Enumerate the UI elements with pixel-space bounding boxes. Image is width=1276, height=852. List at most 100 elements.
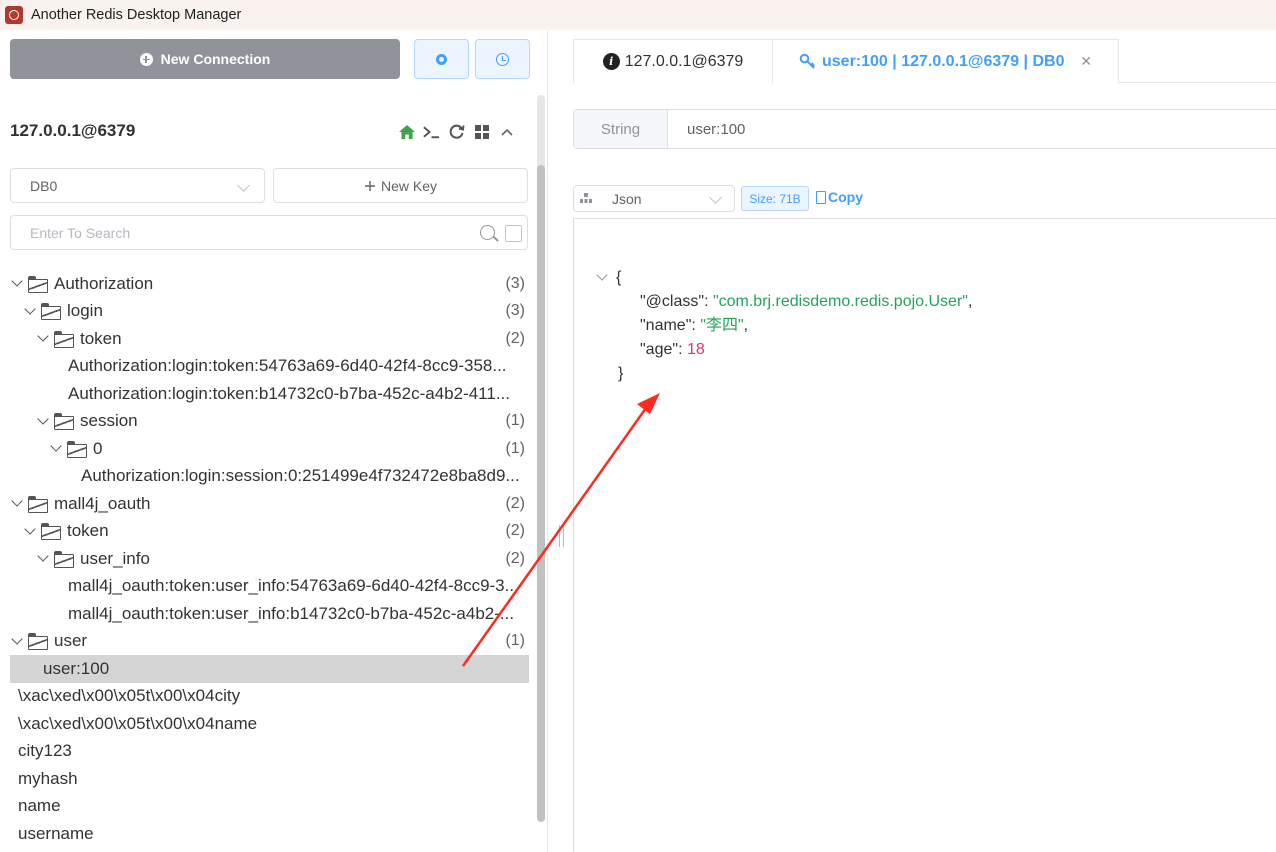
search-input[interactable]: Enter To Search xyxy=(10,215,528,250)
key-tree: Authorization (3) login (3) token (2) Au… xyxy=(10,270,529,848)
copy-label: Copy xyxy=(828,189,863,205)
terminal-icon[interactable] xyxy=(422,122,441,141)
folder-open-icon xyxy=(54,550,74,568)
tree-key-label: user:100 xyxy=(43,658,110,678)
tree-folder-token[interactable]: token (2) xyxy=(10,325,529,353)
tree-folder-label: mall4j_oauth xyxy=(54,493,151,513)
tree-key-item[interactable]: Authorization:login:session:0:251499e4f7… xyxy=(10,463,529,491)
plus-icon xyxy=(364,180,375,191)
tree-folder-label: user_info xyxy=(80,548,150,568)
tree-folder-count: (2) xyxy=(505,522,525,540)
format-select-value: Json xyxy=(612,190,642,207)
search-icon[interactable] xyxy=(480,225,495,240)
title-bar: Another Redis Desktop Manager xyxy=(0,0,1276,30)
folder-open-icon xyxy=(54,330,74,348)
tree-folder-label: token xyxy=(67,521,109,541)
history-button[interactable] xyxy=(475,39,530,79)
home-icon[interactable] xyxy=(397,122,416,141)
panel-divider xyxy=(547,30,548,852)
tree-folder-count: (2) xyxy=(505,549,525,567)
tree-folder-label: Authorization xyxy=(54,273,154,293)
app-logo-icon xyxy=(5,6,23,24)
tree-key-item[interactable]: \xac\xed\x00\x05t\x00\x04name xyxy=(10,710,529,738)
document-icon xyxy=(816,190,826,204)
db-select[interactable]: DB0 xyxy=(10,168,265,203)
json-open-brace: { xyxy=(616,269,622,286)
tree-folder-label: user xyxy=(54,631,88,651)
tree-folder-login[interactable]: login (3) xyxy=(10,298,529,326)
tree-key-label: Authorization:login:token:54763a69-6d40-… xyxy=(68,356,507,376)
chevron-down-icon[interactable] xyxy=(50,440,62,452)
tree-folder-count: (3) xyxy=(505,302,525,320)
tree-key-item[interactable]: username xyxy=(10,820,529,848)
tab-key-user-100[interactable]: user:100 | 127.0.0.1@6379 | DB0 ✕ xyxy=(773,39,1119,84)
tree-folder-label: login xyxy=(67,301,103,321)
chevron-down-icon[interactable] xyxy=(596,269,608,281)
settings-button[interactable] xyxy=(414,39,469,79)
tree-folder-session[interactable]: session (1) xyxy=(10,408,529,436)
folder-open-icon xyxy=(28,633,48,651)
tab-connection-status[interactable]: i 127.0.0.1@6379 xyxy=(573,39,773,83)
tree-key-item[interactable]: \xac\xed\x00\x05t\x00\x04city xyxy=(10,683,529,711)
tree-key-item[interactable]: myhash xyxy=(10,765,529,793)
tree-folder-authorization[interactable]: Authorization (3) xyxy=(10,270,529,298)
chevron-down-icon[interactable] xyxy=(24,523,36,535)
format-tree-icon xyxy=(580,193,592,204)
tree-key-label: mall4j_oauth:token:user_info:b14732c0-b7… xyxy=(68,603,515,623)
refresh-icon[interactable] xyxy=(447,122,466,141)
grid-icon[interactable] xyxy=(472,122,491,141)
window-title: Another Redis Desktop Manager xyxy=(31,7,242,23)
key-name-input[interactable]: user:100 xyxy=(687,110,745,148)
tree-scrollbar-thumb[interactable] xyxy=(537,165,545,822)
json-key: "@class" xyxy=(640,293,705,310)
tree-folder-user-info[interactable]: user_info (2) xyxy=(10,545,529,573)
tree-folder-count: (1) xyxy=(505,632,525,650)
tree-key-item[interactable]: Authorization:login:token:b14732c0-b7ba-… xyxy=(10,380,529,408)
tree-folder-token[interactable]: token (2) xyxy=(10,518,529,546)
folder-open-icon xyxy=(28,495,48,513)
chevron-down-icon[interactable] xyxy=(11,495,23,507)
chevron-down-icon[interactable] xyxy=(37,550,49,562)
chevron-down-icon[interactable] xyxy=(37,413,49,425)
tree-key-label: \xac\xed\x00\x05t\x00\x04city xyxy=(18,686,241,706)
connection-name[interactable]: 127.0.0.1@6379 xyxy=(10,121,135,141)
copy-button[interactable]: Copy xyxy=(816,189,863,205)
chevron-down-icon[interactable] xyxy=(11,633,23,645)
tree-key-label: city123 xyxy=(18,741,72,761)
json-key: "name" xyxy=(640,317,692,334)
tree-key-item[interactable]: mall4j_oauth:token:user_info:b14732c0-b7… xyxy=(10,600,529,628)
folder-open-icon xyxy=(41,523,61,541)
info-icon: i xyxy=(602,53,620,70)
tree-folder-mall4j-oauth[interactable]: mall4j_oauth (2) xyxy=(10,490,529,518)
new-key-button[interactable]: New Key xyxy=(273,168,528,203)
json-viewer[interactable]: { "@class": "com.brj.redisdemo.redis.poj… xyxy=(573,218,1276,852)
format-select[interactable]: Json xyxy=(573,185,735,212)
search-placeholder: Enter To Search xyxy=(30,224,131,241)
chevron-down-icon[interactable] xyxy=(37,330,49,342)
tree-key-item[interactable]: city123 xyxy=(10,738,529,766)
tree-key-item-selected[interactable]: user:100 xyxy=(10,655,529,683)
key-type-label: String xyxy=(574,110,668,148)
exact-search-checkbox[interactable] xyxy=(505,225,522,242)
tree-folder-user[interactable]: user (1) xyxy=(10,628,529,656)
folder-open-icon xyxy=(28,275,48,293)
tree-folder-0[interactable]: 0 (1) xyxy=(10,435,529,463)
chevron-up-icon[interactable] xyxy=(497,122,516,141)
tree-folder-count: (1) xyxy=(505,439,525,457)
json-close-brace: } xyxy=(618,365,624,382)
clock-icon xyxy=(496,52,509,66)
resize-handle[interactable] xyxy=(559,525,564,547)
chevron-down-icon[interactable] xyxy=(11,275,23,287)
key-name-row: String user:100 xyxy=(573,109,1276,149)
json-field: "age": 18 xyxy=(640,341,705,358)
tree-key-item[interactable]: mall4j_oauth:token:user_info:54763a69-6d… xyxy=(10,573,529,601)
tree-folder-count: (1) xyxy=(505,412,525,430)
tree-folder-count: (2) xyxy=(505,494,525,512)
chevron-down-icon[interactable] xyxy=(24,303,36,315)
tree-key-item[interactable]: name xyxy=(10,793,529,821)
tree-key-item[interactable]: Authorization:login:token:54763a69-6d40-… xyxy=(10,353,529,381)
connection-actions xyxy=(397,122,516,141)
new-connection-button[interactable]: New Connection xyxy=(10,39,400,79)
close-icon[interactable]: ✕ xyxy=(1080,53,1092,70)
tab-bar: i 127.0.0.1@6379 user:100 | 127.0.0.1@63… xyxy=(573,39,1276,84)
